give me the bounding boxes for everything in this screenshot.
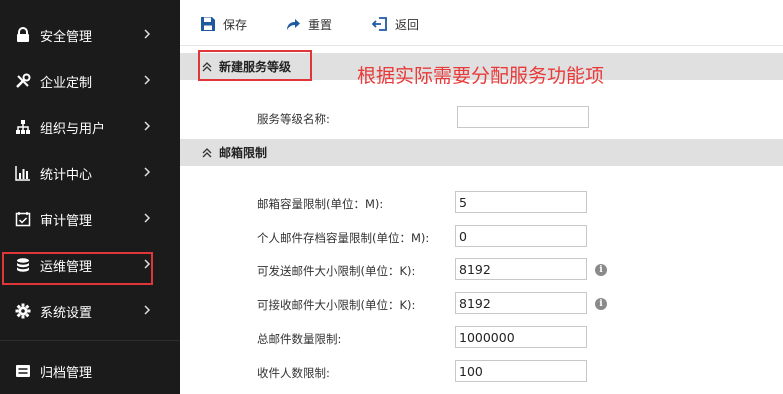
chevron-right-icon [140,165,154,179]
field-label: 收件人数限制: [257,366,330,380]
field-label: 服务等级名称: [257,112,330,126]
field-row-recipient-limit: 收件人数限制: [180,360,783,384]
section-header-mailbox[interactable]: 邮箱限制 [180,139,783,166]
archive-icon [14,362,32,380]
main-content: 新建服务等级 根据实际需要分配服务功能项 服务等级名称: 邮箱限制 邮箱容量限制… [180,46,783,394]
field-row-receive-size: 可接收邮件大小限制(单位：K): i [180,292,783,316]
info-icon[interactable]: i [595,298,607,310]
back-icon [371,15,389,33]
chevron-right-icon [140,257,154,271]
lock-icon [14,26,32,44]
save-label: 保存 [223,17,248,32]
reset-label: 重置 [308,17,333,32]
field-label: 个人邮件存档容量限制(单位：M): [257,231,430,245]
sidebar-item-statistics[interactable]: 统计中心 [0,150,180,196]
chevron-right-icon [140,303,154,317]
total-mail-count-input[interactable] [455,326,587,348]
reset-button[interactable]: 重置 [284,13,332,35]
service-level-name-input[interactable] [457,106,589,128]
sidebar-item-org-users[interactable]: 组织与用户 [0,104,180,150]
toolbar: 保存 重置 返回 [180,0,783,46]
chevron-right-icon [140,73,154,87]
section-title: 新建服务等级 [219,60,292,74]
sidebar-item-label: 企业定制 [40,75,93,91]
receive-size-input[interactable] [455,292,587,314]
tools-icon [14,72,32,90]
field-row-send-size: 可发送邮件大小限制(单位：K): i [180,258,783,282]
bar-chart-icon [14,164,32,182]
annotation-text: 根据实际需要分配服务功能项 [357,65,605,87]
sidebar-item-operations[interactable]: 运维管理 [0,242,180,288]
collapse-up-icon[interactable] [201,61,213,73]
redo-arrow-icon [284,15,302,33]
sidebar-item-label: 统计中心 [40,167,93,183]
sidebar-item-label: 运维管理 [40,259,93,275]
collapse-up-icon[interactable] [201,147,213,159]
back-label: 返回 [395,17,420,32]
send-size-input[interactable] [455,258,587,280]
sidebar-item-label: 系统设置 [40,305,93,321]
chevron-right-icon [140,27,154,41]
field-row-archive-capacity: 个人邮件存档容量限制(单位：M): [180,225,783,249]
back-button[interactable]: 返回 [371,13,419,35]
recipient-limit-input[interactable] [455,360,587,382]
sidebar-item-label: 组织与用户 [40,121,106,137]
sidebar-item-system-settings[interactable]: 系统设置 [0,288,180,334]
field-row-mailbox-capacity: 邮箱容量限制(单位：M): [180,191,783,215]
sidebar-item-audit[interactable]: 审计管理 [0,196,180,242]
sidebar-divider [0,340,180,341]
mailbox-capacity-input[interactable] [455,191,587,213]
field-row-total-count: 总邮件数量限制: [180,326,783,350]
field-label: 总邮件数量限制: [257,332,342,346]
save-button[interactable]: 保存 [199,13,247,35]
database-icon [14,256,32,274]
sidebar-item-archive[interactable]: 归档管理 [0,348,180,394]
field-label: 可接收邮件大小限制(单位：K): [257,298,416,312]
save-icon [199,15,217,33]
section-title: 邮箱限制 [219,146,268,160]
chevron-right-icon [140,119,154,133]
field-label: 可发送邮件大小限制(单位：K): [257,264,416,278]
sidebar-item-security[interactable]: 安全管理 [0,12,180,58]
sidebar-item-label: 审计管理 [40,213,93,229]
sidebar: 安全管理 企业定制 组织与用户 统计中心 审计管理 运维管理 系统设置 归档管理 [0,0,180,394]
archive-capacity-input[interactable] [455,225,587,247]
info-icon[interactable]: i [595,264,607,276]
org-chart-icon [14,118,32,136]
gear-icon [14,302,32,320]
calendar-check-icon [14,210,32,228]
chevron-right-icon [140,211,154,225]
field-row-level-name: 服务等级名称: [180,106,783,130]
sidebar-item-label: 安全管理 [40,29,93,45]
field-label: 邮箱容量限制(单位：M): [257,197,384,211]
sidebar-item-label: 归档管理 [40,365,93,381]
sidebar-item-customization[interactable]: 企业定制 [0,58,180,104]
